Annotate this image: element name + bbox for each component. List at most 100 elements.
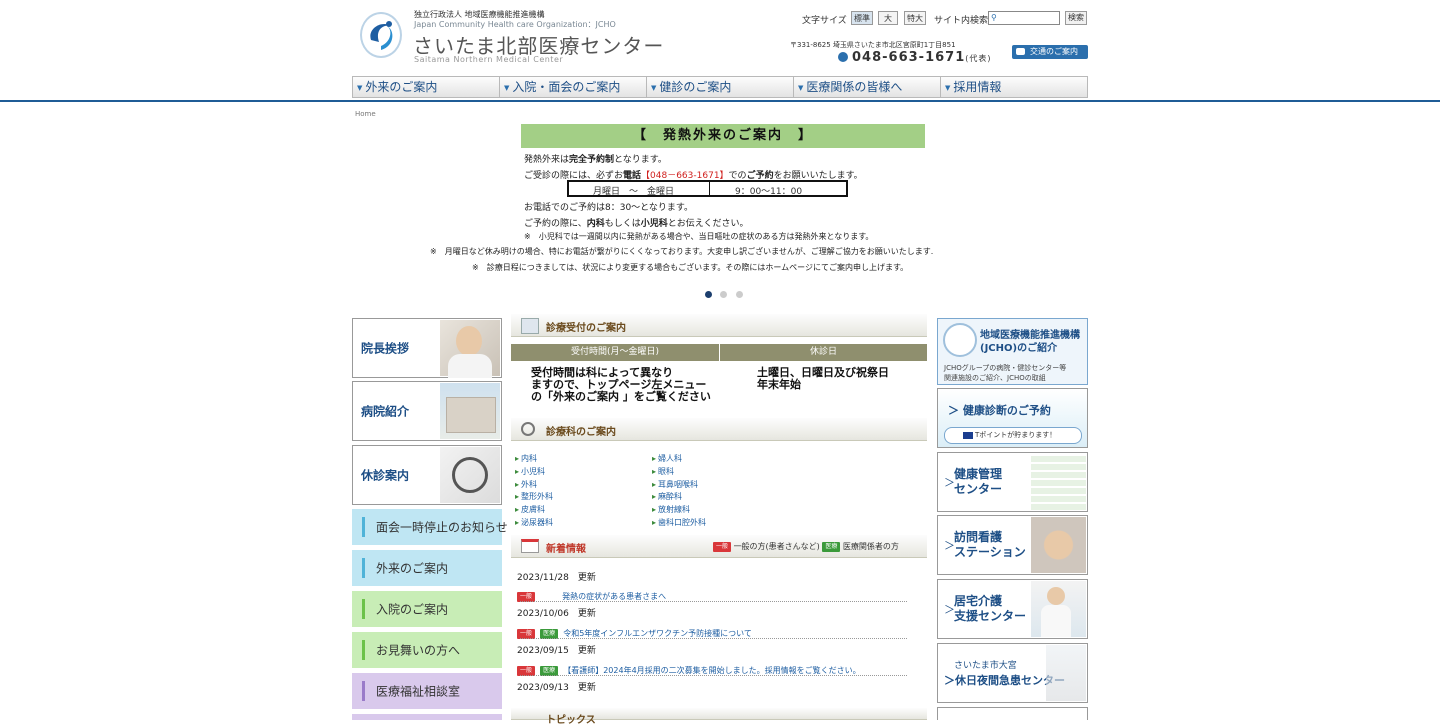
- director-photo: [440, 320, 500, 378]
- social-welfare-link[interactable]: 医療福祉相談室: [352, 673, 502, 709]
- home-nursing-station-label: 訪問看護 ステーション: [954, 530, 1026, 559]
- visiting-suspended-label: 面会一時停止のお知らせ: [376, 520, 508, 535]
- dept-gynecology[interactable]: 婦人科: [652, 453, 682, 464]
- inpatient-guide-link[interactable]: 入院のご案内: [352, 591, 502, 627]
- banner-line-3: お電話でのご予約は8：30～となります。: [524, 203, 694, 213]
- closed-days-header: 休診日: [720, 344, 927, 361]
- nav-checkup[interactable]: ▼ 健診のご案内: [646, 76, 793, 98]
- outpatient-guide-link[interactable]: 外来のご案内: [352, 550, 502, 586]
- emergency-center-image: [1046, 645, 1086, 701]
- banner-note-3: ※ 診療日程につきましては、状況により変更する場合もございます。その際にはホーム…: [472, 263, 909, 272]
- medical-tag: 医療: [822, 542, 841, 552]
- caret-down-icon: ▼: [651, 84, 657, 92]
- header-divider: [0, 100, 1440, 102]
- chevron-right-icon: ＞: [944, 674, 955, 687]
- hospital-intro-link[interactable]: 病院紹介: [352, 381, 502, 441]
- site-search-input[interactable]: [988, 11, 1060, 25]
- visitors-guide-label: お見舞いの方へ: [376, 643, 461, 658]
- care-support-center-link[interactable]: ＞ 居宅介護 支援センター: [937, 579, 1088, 639]
- caret-down-icon: ▼: [945, 84, 951, 92]
- breadcrumb[interactable]: Home: [355, 110, 376, 118]
- font-size-xlarge-button[interactable]: 特大: [904, 11, 926, 25]
- legend-general-label: 一般の方(患者さんなど): [733, 542, 820, 551]
- slider-dot-3[interactable]: [736, 291, 743, 298]
- care-support-center-label: 居宅介護 支援センター: [954, 594, 1027, 623]
- news-divider: [520, 675, 907, 676]
- fever-clinic-hours: 月曜日 ～ 金曜日 9：00～11：00: [567, 180, 848, 197]
- news-title: 新着情報: [546, 544, 586, 555]
- dept-urology[interactable]: 泌尿器科: [515, 517, 553, 528]
- emergency-center-link[interactable]: さいたま市大宮 ＞休日夜間急患センター: [937, 643, 1088, 703]
- dept-ent[interactable]: 耳鼻咽喉科: [652, 479, 698, 490]
- banner-line-1: 発熱外来は完全予約制となります。: [524, 155, 667, 165]
- dept-dental-oral-surgery[interactable]: 歯科口腔外科: [652, 517, 706, 528]
- phone-icon: [838, 52, 848, 62]
- caregiver-image: [1031, 581, 1086, 637]
- dept-radiology[interactable]: 放射線科: [652, 504, 690, 515]
- search-icon: ⚲: [991, 13, 997, 22]
- nav-medical-professionals[interactable]: ▼ 医療関係の皆様へ: [793, 76, 940, 98]
- dept-anesthesiology[interactable]: 麻酔科: [652, 491, 682, 502]
- news-divider: [520, 601, 907, 602]
- director-greeting-label: 院長挨拶: [361, 341, 410, 356]
- dept-orthopedics[interactable]: 整形外科: [515, 491, 553, 502]
- nav-recruit[interactable]: ▼ 採用情報: [940, 76, 1088, 98]
- topics-section-header: トピックス: [511, 708, 927, 726]
- next-menu-item[interactable]: [352, 714, 502, 720]
- dept-dermatology[interactable]: 皮膚科: [515, 504, 545, 515]
- dept-pediatrics[interactable]: 小児科: [515, 466, 545, 477]
- dept-surgery[interactable]: 外科: [515, 479, 537, 490]
- font-size-label: 文字サイズ: [802, 16, 847, 26]
- news-date: 2023/09/13 更新: [517, 683, 596, 693]
- news-link[interactable]: 発熱の症状がある患者さまへ: [562, 592, 666, 601]
- font-size-standard-button[interactable]: 標準: [851, 11, 873, 25]
- banner-line-4: ご予約の際に、内科もしくは小児科とお伝えください。: [524, 219, 749, 229]
- calendar-icon: [521, 539, 539, 553]
- access-info-button[interactable]: 交通のご案内: [1012, 45, 1088, 59]
- phone-number: 048-663-1671(代表): [852, 50, 992, 65]
- stethoscope-icon: [521, 422, 535, 436]
- news-link[interactable]: 令和5年度インフルエンザワクチン予防接種について: [563, 629, 752, 638]
- emergency-center-subtitle: さいたま市大宮: [954, 661, 1017, 671]
- main-nav: ▼ 外来のご案内 ▼ 入院・面会のご案内 ▼ 健診のご案内 ▼ 医療関係の皆様へ ▼ 採用…: [352, 76, 1088, 98]
- visiting-suspended-link[interactable]: 面会一時停止のお知らせ: [352, 509, 508, 545]
- home-nursing-station-link[interactable]: ＞ 訪問看護 ステーション: [937, 515, 1088, 575]
- slider-dot-1[interactable]: [705, 291, 712, 298]
- jcho-logo[interactable]: [360, 12, 402, 58]
- visitors-guide-link[interactable]: お見舞いの方へ: [352, 632, 502, 668]
- news-divider: [520, 638, 907, 639]
- slider-dot-2[interactable]: [720, 291, 727, 298]
- tpoint-notice: Tポイントが貯まります！: [944, 427, 1082, 444]
- dept-ophthalmology[interactable]: 眼科: [652, 466, 674, 477]
- checkup-reservation-link[interactable]: ＞ 健康診断のご予約 Tポイントが貯まります！: [937, 388, 1088, 448]
- health-management-center-link[interactable]: ＞ 健康管理 センター: [937, 452, 1088, 512]
- director-greeting-link[interactable]: 院長挨拶: [352, 318, 502, 378]
- hospital-intro-label: 病院紹介: [361, 404, 410, 419]
- nav-outpatient[interactable]: ▼ 外来のご案内: [352, 76, 499, 98]
- jcho-intro-title: 地域医療機能推進機構 (JCHO)のご紹介: [980, 330, 1080, 354]
- nav-inpatient[interactable]: ▼ 入院・面会のご案内: [499, 76, 646, 98]
- departments-title: 診療科のご案内: [546, 427, 616, 438]
- outpatient-guide-label: 外来のご案内: [376, 561, 449, 576]
- font-size-large-button[interactable]: 大: [878, 11, 898, 25]
- caret-down-icon: ▼: [504, 84, 510, 92]
- dept-internal-medicine[interactable]: 内科: [515, 453, 537, 464]
- departments-section-header: 診療科のご案内: [511, 418, 927, 441]
- jcho-intro-link[interactable]: 地域医療機能推進機構 (JCHO)のご紹介 JCHOグループの病院・健診センター等…: [937, 318, 1088, 385]
- legend-medical-label: 医療関係者の方: [842, 542, 899, 551]
- site-search-label: サイト内検索: [934, 16, 989, 26]
- closure-info-label: 休診案内: [361, 468, 410, 483]
- stethoscope-image: [440, 447, 500, 503]
- caret-down-icon: ▼: [357, 84, 363, 92]
- news-date: 2023/10/06 更新: [517, 609, 596, 619]
- next-banner-link[interactable]: [937, 707, 1088, 720]
- news-legend: 一般 一般の方(患者さんなど) 医療 医療関係者の方: [713, 541, 899, 552]
- chevron-right-icon: ＞: [948, 404, 963, 417]
- caret-down-icon: ▼: [798, 84, 804, 92]
- reception-hours-header: 受付時間(月～金曜日): [511, 344, 719, 361]
- closure-info-link[interactable]: 休診案内: [352, 445, 502, 505]
- fever-clinic-banner-title: 【 発熱外来のご案内 】: [521, 124, 925, 148]
- news-link[interactable]: 【看護師】2024年4月採用の二次募集を開始しました。採用情報をご覧ください。: [563, 666, 860, 675]
- search-button[interactable]: 検索: [1065, 11, 1087, 25]
- news-date: 2023/09/15 更新: [517, 646, 596, 656]
